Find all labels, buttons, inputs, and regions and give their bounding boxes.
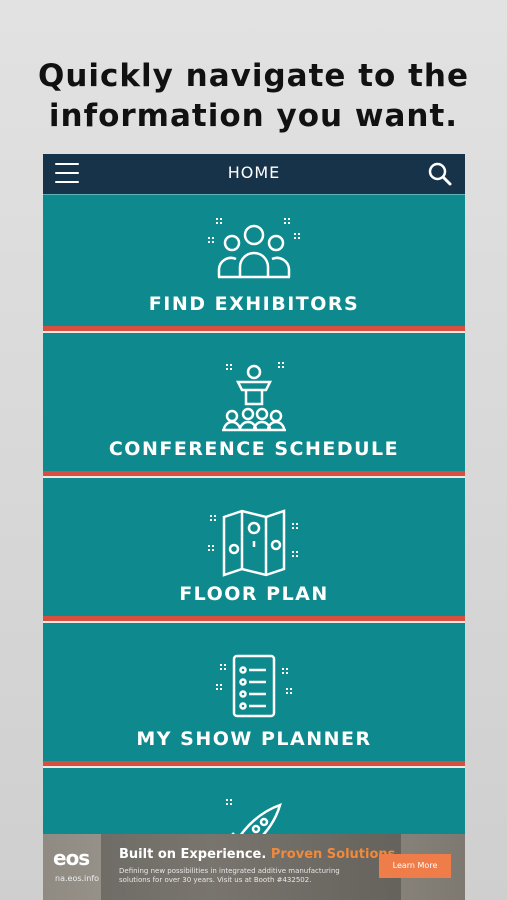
tile-find-exhibitors[interactable]: FIND EXHIBITORS [43,195,465,333]
promo-headline: Quickly navigate to the information you … [0,56,507,136]
tile-my-show-planner[interactable]: MY SHOW PLANNER [43,630,465,768]
podium-audience-icon [222,362,286,432]
learn-more-button[interactable]: Learn More [379,854,451,878]
ad-body: Defining new possibilities in integrated… [119,867,340,884]
tile-conference-schedule[interactable]: CONFERENCE SCHEDULE [43,340,465,478]
people-group-icon [208,218,300,279]
tile-label: MY SHOW PLANNER [136,728,372,750]
promo-headline-line2: information you want. [48,98,459,134]
tile-label: FIND EXHIBITORS [148,293,360,315]
ad-headline: Built on Experience. Proven Solutions. [119,847,400,862]
ad-headline-a: Built on Experience. [119,847,267,862]
tile-floor-plan[interactable]: FLOOR PLAN [43,485,465,623]
map-pins-icon [208,509,298,577]
ad-banner[interactable]: eos na.eos.info Built on Experience. Pro… [43,834,465,900]
ad-logo-url: na.eos.info [55,874,100,883]
checklist-icon [216,654,292,718]
tile-label: CONFERENCE SCHEDULE [108,438,400,460]
top-nav-bar: HOME [43,154,465,195]
tile-label: FLOOR PLAN [179,583,329,605]
app-screen: HOME FIND EXHIBITORS CONFERENCE SCHEDULE… [43,154,465,900]
search-icon[interactable] [427,161,453,187]
promo-headline-line1: Quickly navigate to the [37,58,470,94]
ad-logo: eos [53,846,90,870]
page-title: HOME [227,163,281,182]
